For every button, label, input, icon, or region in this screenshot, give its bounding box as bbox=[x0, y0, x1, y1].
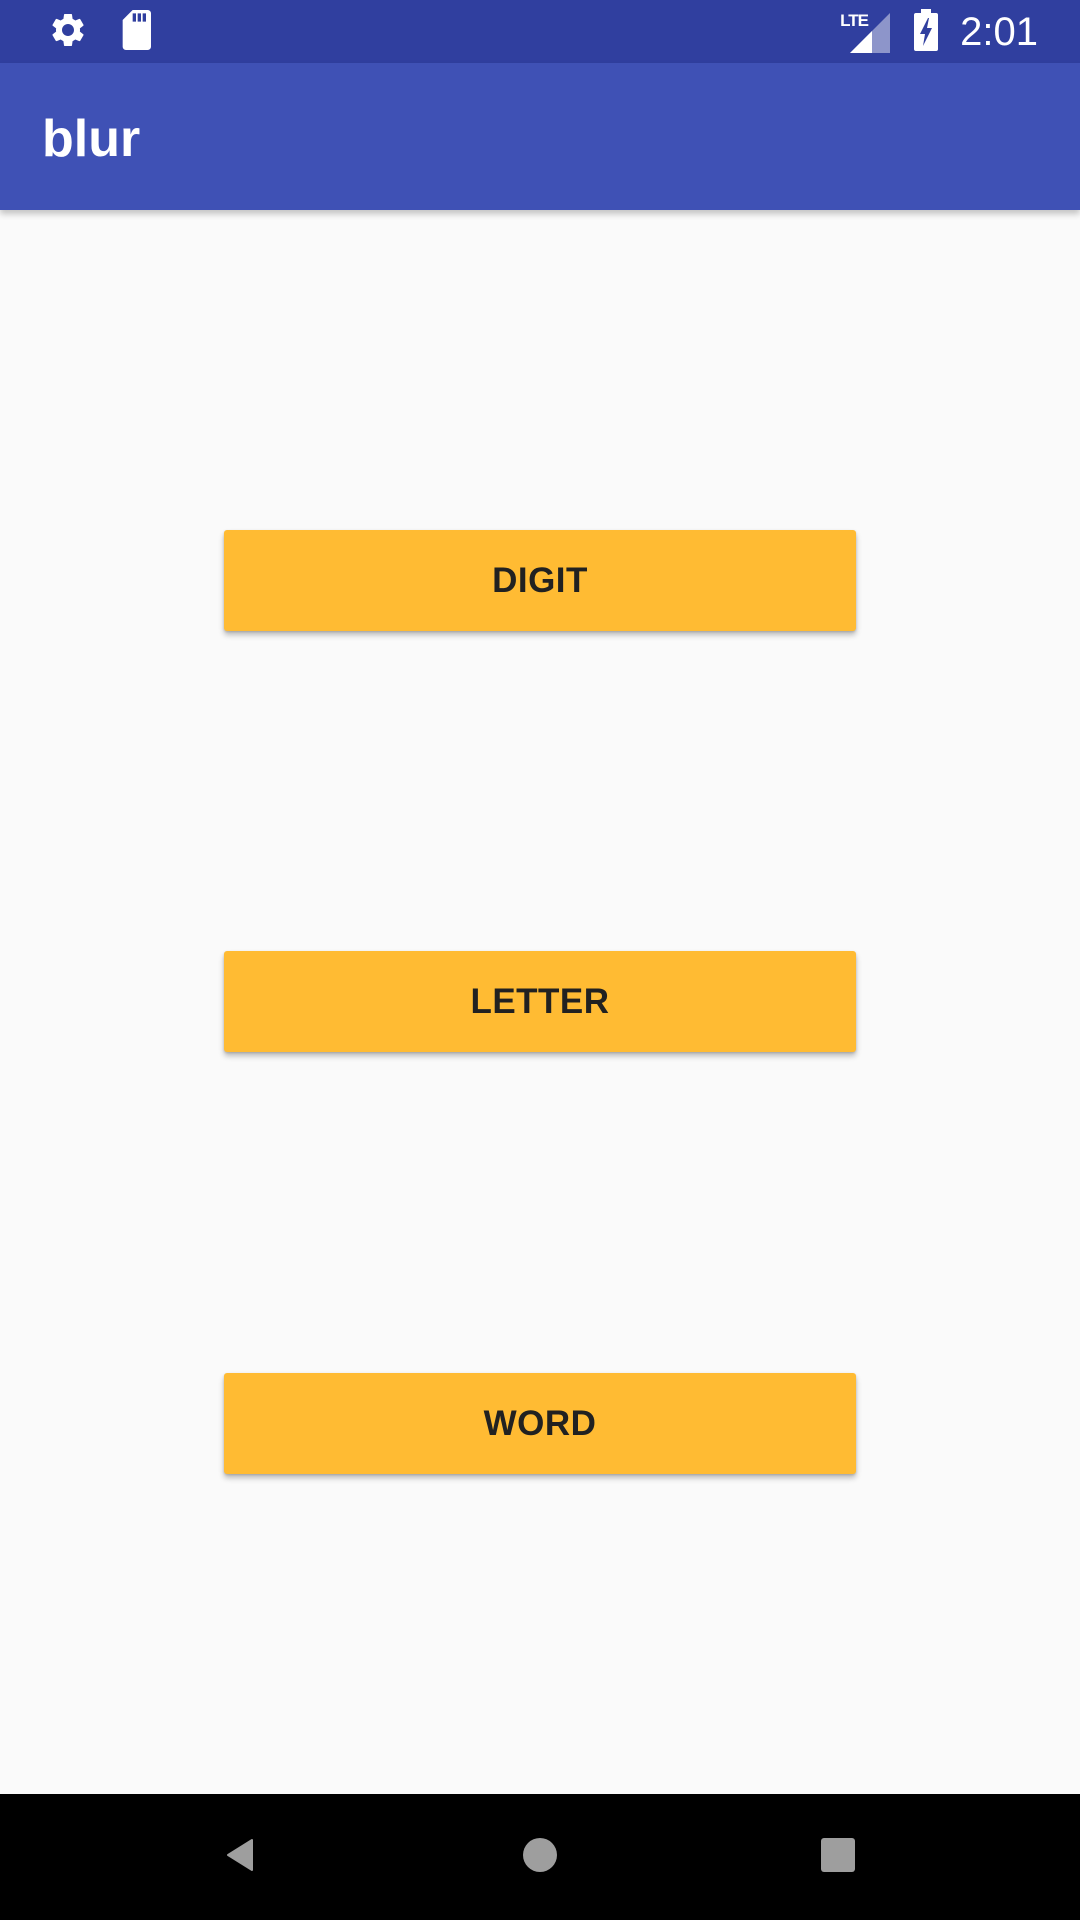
status-time: 2:01 bbox=[960, 9, 1038, 54]
app-title: blur bbox=[42, 110, 141, 168]
recents-icon bbox=[818, 1835, 858, 1880]
back-button[interactable] bbox=[205, 1822, 275, 1892]
letter-button[interactable]: LETTER bbox=[224, 951, 856, 1052]
home-button[interactable] bbox=[505, 1822, 575, 1892]
navigation-bar bbox=[0, 1794, 1080, 1920]
word-button[interactable]: WORD bbox=[224, 1373, 856, 1474]
battery-charging-icon bbox=[914, 8, 939, 56]
sd-card-icon bbox=[118, 9, 154, 55]
settings-icon bbox=[48, 10, 88, 55]
status-bar: LTE 2:01 bbox=[0, 0, 1080, 63]
app-bar: blur bbox=[0, 63, 1080, 210]
screen: LTE 2:01 blur DIGIT LETTER WORD bbox=[0, 0, 1080, 1920]
status-left-icons bbox=[48, 9, 154, 55]
home-icon bbox=[520, 1835, 560, 1880]
lte-signal-icon: LTE bbox=[840, 11, 891, 53]
status-right-icons: LTE 2:01 bbox=[840, 8, 1038, 56]
digit-button[interactable]: DIGIT bbox=[224, 530, 856, 631]
recents-button[interactable] bbox=[803, 1822, 873, 1892]
back-icon bbox=[220, 1835, 260, 1880]
